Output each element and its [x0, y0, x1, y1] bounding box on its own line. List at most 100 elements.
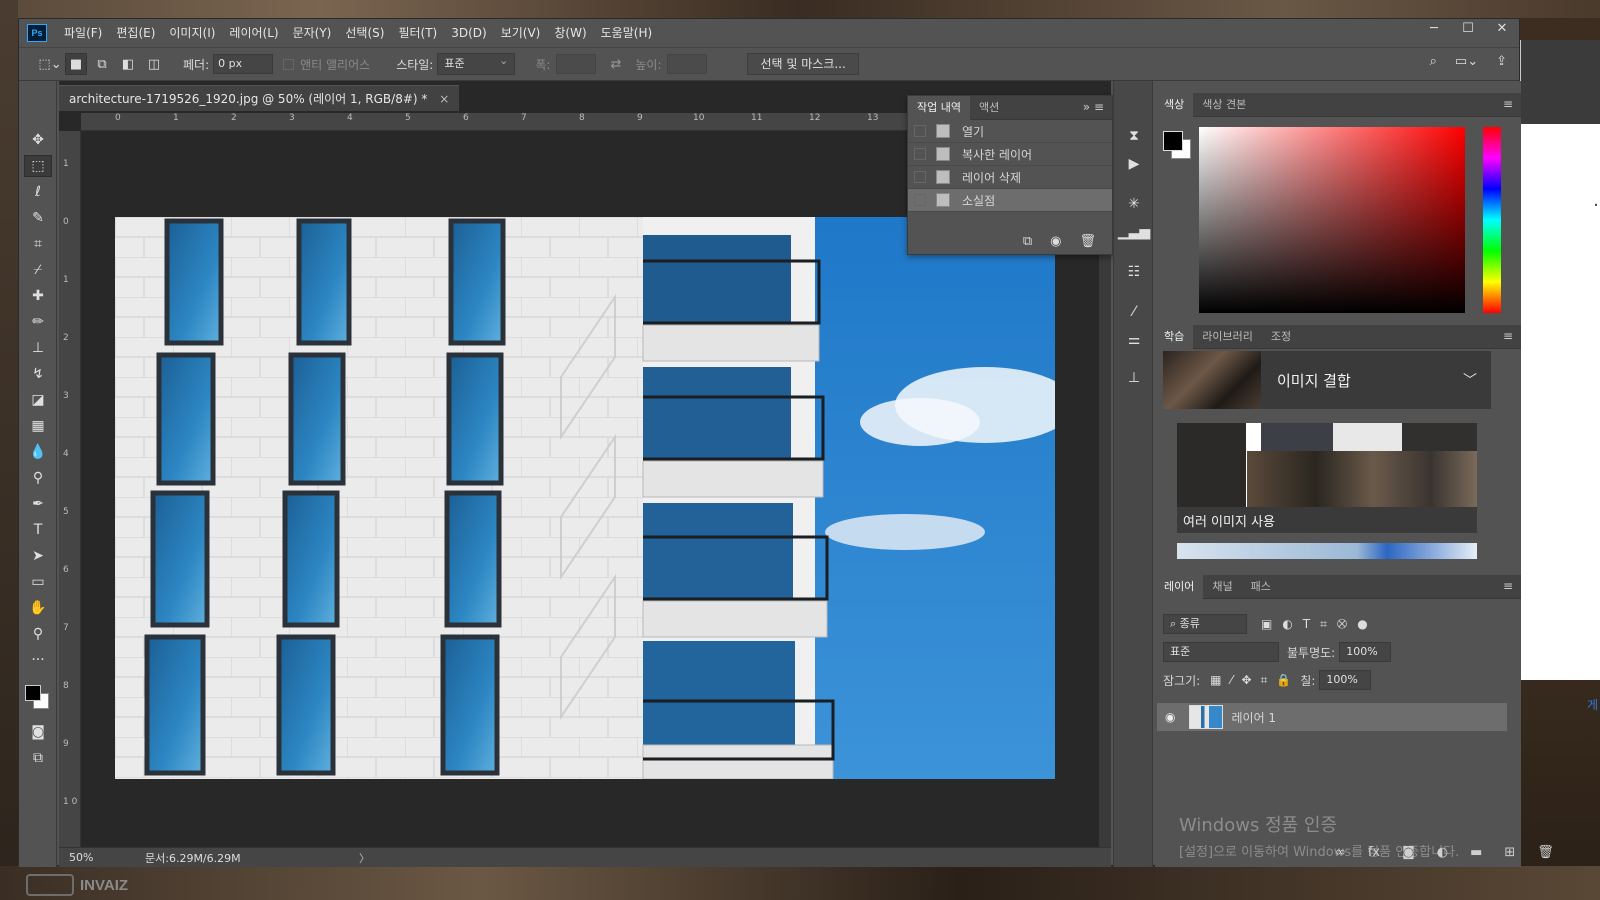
document-tab[interactable]: architecture-1719526_1920.jpg @ 50% (레이어… — [59, 85, 460, 111]
feather-input[interactable]: 0 px — [213, 54, 274, 74]
layer-filter-icons[interactable]: ▣◐T⌗⛒● — [1261, 617, 1378, 632]
tab-learn[interactable]: 학습 — [1155, 324, 1194, 349]
marquee-preset-icon[interactable]: ⬚⌄ — [35, 57, 65, 72]
more-icon[interactable]: … — [1593, 190, 1600, 211]
menu-view[interactable]: 보기(V) — [494, 19, 548, 47]
tab-swatches[interactable]: 색상 견본 — [1193, 93, 1255, 117]
trash-icon[interactable]: 🗑 — [1079, 234, 1096, 249]
history-item-vanishing-point[interactable]: 소실점 — [908, 189, 1112, 212]
close-button[interactable]: ✕ — [1485, 19, 1519, 39]
select-and-mask-button[interactable]: 선택 및 마스크... — [747, 53, 859, 75]
brush-tool-icon[interactable]: ✏ — [24, 311, 52, 333]
menu-select[interactable]: 선택(S) — [338, 19, 391, 47]
eye-icon[interactable]: ◉ — [1165, 710, 1175, 724]
panel-menu-icon[interactable]: ≡ — [1503, 97, 1513, 111]
eraser-tool-icon[interactable]: ◪ — [24, 389, 52, 411]
background-link[interactable]: 게 — [1587, 696, 1598, 713]
brush-settings-icon[interactable]: ⁄ — [1122, 301, 1146, 323]
width-input[interactable] — [556, 54, 597, 74]
eyedropper-tool-icon[interactable]: ⌿ — [24, 259, 52, 281]
clone-source-icon[interactable]: ⊥ — [1122, 367, 1146, 389]
tab-color[interactable]: 색상 — [1155, 92, 1194, 117]
healing-tool-icon[interactable]: ✚ — [24, 285, 52, 307]
foreground-color-chip[interactable] — [1163, 131, 1183, 151]
link-icon[interactable]: ∞ — [1335, 845, 1346, 860]
workspace-icon[interactable]: ▭⌄ — [1455, 54, 1478, 69]
panel-menu-icon[interactable]: ≡ — [1503, 329, 1513, 343]
learn-card[interactable]: 여러 이미지 사용 — [1177, 423, 1477, 533]
blur-tool-icon[interactable]: 💧 — [24, 441, 52, 463]
add-selection-icon[interactable]: ⧉ — [91, 53, 113, 75]
background-browser-window[interactable]: … 게 — [1520, 40, 1600, 712]
menu-layer[interactable]: 레이어(L) — [222, 19, 285, 47]
snapshot-icon[interactable]: ◉ — [1050, 234, 1061, 249]
hand-tool-icon[interactable]: ✋ — [24, 597, 52, 619]
group-icon[interactable]: ▬ — [1470, 845, 1482, 860]
tab-adjustments[interactable]: 조정 — [1262, 325, 1300, 349]
height-input[interactable] — [667, 54, 708, 74]
maximize-button[interactable]: ☐ — [1451, 19, 1485, 39]
panel-menu-icon[interactable]: ≡ — [1503, 579, 1513, 593]
foreground-color-swatch[interactable] — [25, 685, 41, 701]
tab-channels[interactable]: 채널 — [1203, 575, 1241, 599]
search-icon[interactable]: ⌕ — [1430, 54, 1437, 69]
menu-3d[interactable]: 3D(D) — [444, 19, 493, 47]
adjustment-layer-icon[interactable]: ◐ — [1437, 845, 1448, 860]
path-select-tool-icon[interactable]: ➤ — [24, 545, 52, 567]
panel-menu-icon[interactable]: » ≡ — [1083, 100, 1104, 114]
properties-icon[interactable]: ☷ — [1122, 261, 1146, 283]
quick-select-tool-icon[interactable]: ✎ — [24, 207, 52, 229]
tab-paths[interactable]: 패스 — [1242, 575, 1280, 599]
new-document-from-state-icon[interactable]: ⧉ — [1023, 234, 1032, 249]
layer-name[interactable]: 레이어 1 — [1231, 709, 1276, 726]
history-checkbox[interactable] — [914, 125, 926, 137]
history-item-open[interactable]: 열기 — [908, 120, 1112, 143]
menu-edit[interactable]: 편집(E) — [109, 19, 162, 47]
pen-tool-icon[interactable]: ✒ — [24, 493, 52, 515]
fill-input[interactable]: 100% — [1319, 670, 1372, 690]
hue-slider[interactable] — [1483, 127, 1501, 313]
color-field[interactable] — [1199, 127, 1465, 313]
antialias-checkbox[interactable] — [283, 58, 295, 70]
layer-row[interactable]: ◉ 레이어 1 — [1157, 703, 1507, 731]
intersect-selection-icon[interactable]: ◫ — [143, 53, 165, 75]
marquee-tool-icon[interactable]: ⬚ — [24, 155, 52, 177]
tab-history[interactable]: 작업 내역 — [908, 95, 970, 120]
lasso-tool-icon[interactable]: ℓ — [24, 181, 52, 203]
blend-mode-select[interactable]: 표준 — [1163, 642, 1279, 662]
new-layer-icon[interactable]: ⊞ — [1504, 845, 1515, 860]
menu-help[interactable]: 도움말(H) — [594, 19, 660, 47]
more-tools-icon[interactable]: ··· — [24, 649, 52, 671]
menu-image[interactable]: 이미지(I) — [162, 19, 222, 47]
dodge-tool-icon[interactable]: ⚲ — [24, 467, 52, 489]
learn-card-next[interactable] — [1177, 543, 1477, 559]
new-selection-icon[interactable]: ■ — [65, 53, 87, 75]
tab-libraries[interactable]: 라이브러리 — [1193, 325, 1262, 349]
style-select[interactable]: 표준 — [437, 51, 516, 75]
menu-window[interactable]: 창(W) — [547, 19, 593, 47]
menu-file[interactable]: 파일(F) — [57, 19, 109, 47]
gradient-tool-icon[interactable]: ▦ — [24, 415, 52, 437]
menu-type[interactable]: 문자(Y) — [286, 19, 339, 47]
crop-tool-icon[interactable]: ⌗ — [24, 233, 52, 255]
move-tool-icon[interactable]: ✥ — [24, 129, 52, 151]
history-checkbox[interactable] — [914, 148, 926, 160]
minimize-button[interactable]: ─ — [1417, 19, 1451, 39]
zoom-level[interactable]: 50% — [69, 851, 145, 864]
history-checkbox[interactable] — [914, 171, 926, 183]
delete-layer-icon[interactable]: 🗑 — [1537, 845, 1554, 860]
image-canvas[interactable] — [115, 217, 1055, 779]
actions-play-icon[interactable]: ▶ — [1122, 153, 1146, 175]
history-item-delete-layer[interactable]: 레이어 삭제 — [908, 166, 1112, 189]
tab-actions[interactable]: 액션 — [970, 96, 1008, 120]
histogram-icon[interactable]: ▁▃▅ — [1118, 221, 1150, 243]
zoom-tool-icon[interactable]: ⚲ — [24, 623, 52, 645]
type-tool-icon[interactable]: T — [24, 519, 52, 541]
history-brush-tool-icon[interactable]: ↯ — [24, 363, 52, 385]
rectangle-tool-icon[interactable]: ▭ — [24, 571, 52, 593]
menu-filter[interactable]: 필터(T) — [391, 19, 444, 47]
swap-icon[interactable]: ⇄ — [610, 57, 621, 72]
share-icon[interactable]: ⇪ — [1496, 54, 1507, 69]
history-panel-icon[interactable]: ⧗ — [1122, 125, 1146, 147]
status-expand-icon[interactable]: 〉 — [359, 850, 370, 866]
